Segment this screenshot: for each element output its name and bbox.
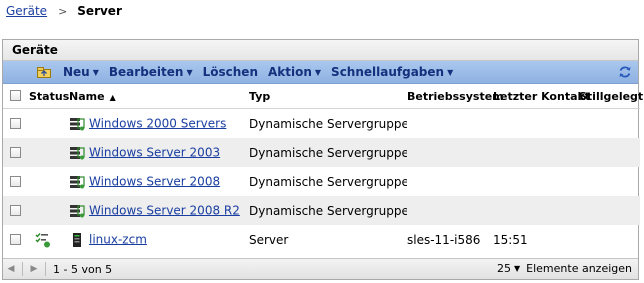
edit-menu-button[interactable]: Bearbeiten ▼: [109, 65, 193, 79]
server-group-icon: [70, 204, 85, 217]
retired-cell: [579, 196, 640, 225]
server-group-icon: [70, 146, 85, 159]
column-header-retired[interactable]: Stillgelegt: [579, 84, 643, 109]
retired-cell: [579, 167, 640, 196]
last-contact-cell: [493, 196, 579, 225]
last-contact-cell: [493, 167, 579, 196]
column-header-type[interactable]: Typ: [249, 84, 407, 109]
row-checkbox[interactable]: [10, 175, 21, 187]
server-icon: [73, 232, 81, 247]
row-checkbox[interactable]: [10, 146, 21, 158]
page-size-select[interactable]: 25 ▼: [497, 262, 526, 275]
table-row: Windows Server 2008 Dynamische Servergru…: [3, 167, 640, 196]
row-checkbox[interactable]: [10, 204, 21, 216]
quick-tasks-menu-label: Schnellaufgaben: [331, 65, 445, 79]
select-all-cell: [3, 84, 29, 109]
row-name-link[interactable]: Windows Server 2008 R2: [89, 203, 240, 217]
status-cell: [29, 225, 69, 254]
toolbar: Neu ▼ Bearbeiten ▼ Löschen Aktion ▼ Schnell…: [3, 61, 638, 84]
chevron-down-icon: ▼: [314, 67, 322, 77]
panel-title: Geräte: [3, 40, 638, 61]
next-page-icon[interactable]: ▶: [26, 261, 42, 277]
breadcrumb-separator-icon: >: [58, 4, 68, 18]
sort-ascending-icon: ▲: [109, 92, 116, 102]
new-menu-label: Neu: [63, 65, 90, 79]
page-size-label: Elemente anzeigen: [526, 262, 632, 275]
row-name-link[interactable]: Windows 2000 Servers: [89, 116, 226, 130]
retired-cell: [579, 225, 640, 254]
row-name-link[interactable]: linux-zcm: [89, 232, 147, 246]
page-size-value: 25: [497, 262, 511, 275]
chevron-down-icon: ▼: [92, 67, 99, 77]
row-checkbox[interactable]: [10, 117, 21, 129]
status-cell: [29, 138, 69, 167]
table-row: Windows 2000 Servers Dynamische Servergr…: [3, 109, 640, 139]
select-all-checkbox[interactable]: [10, 90, 21, 101]
os-cell: [407, 167, 493, 196]
previous-page-icon[interactable]: ◀: [3, 261, 19, 277]
type-cell: Dynamische Servergruppe: [249, 116, 407, 131]
retired-cell: [579, 138, 640, 167]
pagination-range: 1 - 5 von 5: [53, 262, 113, 276]
breadcrumb: Geräte > Server: [6, 2, 122, 20]
divider: [22, 262, 23, 276]
devices-table: Status Name ▲ Typ Betriebssystem Letzter …: [3, 84, 643, 254]
last-contact-cell: [493, 138, 579, 167]
column-header-os[interactable]: Betriebssystem: [407, 84, 504, 109]
os-cell: [407, 138, 493, 167]
quick-tasks-menu-button[interactable]: Schnellaufgaben ▼: [331, 65, 453, 79]
server-group-icon: [70, 175, 85, 188]
new-menu-button[interactable]: Neu ▼: [63, 65, 99, 79]
chevron-down-icon: ▼: [186, 67, 193, 77]
type-cell: Dynamische Servergruppe: [249, 196, 407, 225]
last-contact-cell: [493, 109, 579, 139]
page-size-control: 25 ▼ Elemente anzeigen: [497, 262, 632, 275]
breadcrumb-link-devices[interactable]: Geräte: [6, 4, 47, 18]
row-checkbox[interactable]: [10, 233, 21, 245]
status-cell: [29, 167, 69, 196]
column-header-last-contact[interactable]: Letzter Kontakt: [493, 84, 590, 109]
table-row: Windows Server 2003 Dynamische Servergru…: [3, 138, 640, 167]
table-header-row: Status Name ▲ Typ Betriebssystem Letzter …: [3, 84, 643, 109]
status-checklist-icon[interactable]: [35, 232, 51, 248]
action-menu-label: Aktion: [267, 65, 312, 79]
server-group-icon: [70, 117, 85, 130]
delete-button[interactable]: Löschen: [203, 65, 258, 79]
column-header-name-label: Name: [69, 89, 105, 103]
type-cell: Server: [249, 232, 289, 247]
refresh-icon[interactable]: [618, 65, 632, 79]
os-cell: [407, 109, 493, 139]
row-name-link[interactable]: Windows Server 2008: [89, 174, 220, 188]
new-folder-icon: [37, 66, 51, 78]
action-menu-button[interactable]: Aktion ▼: [268, 65, 321, 79]
row-name-link[interactable]: Windows Server 2003: [89, 145, 220, 159]
edit-menu-label: Bearbeiten: [108, 65, 184, 79]
column-header-status[interactable]: Status: [29, 84, 69, 109]
type-cell: Dynamische Servergruppe: [249, 174, 407, 189]
retired-cell: [579, 109, 640, 139]
type-cell: Dynamische Servergruppe: [249, 138, 407, 167]
column-header-name[interactable]: Name ▲: [69, 84, 249, 109]
status-cell: [29, 109, 69, 139]
chevron-down-icon: ▼: [514, 264, 521, 273]
devices-panel: Geräte Neu ▼ Bearbeiten ▼ Löschen Aktion ▼ …: [2, 39, 643, 280]
table-row: linux-zcm Server sles-11-i586 15:51: [3, 225, 640, 254]
status-cell: [29, 196, 69, 225]
table-row: Windows Server 2008 R2 Dynamische Server…: [3, 196, 640, 225]
table-footer: ◀ ▶ 1 - 5 von 5 25 ▼ Elemente anzeigen: [3, 258, 638, 279]
os-cell: sles-11-i586: [407, 232, 481, 247]
last-contact-cell: 15:51: [493, 232, 528, 247]
chevron-down-icon: ▼: [447, 67, 454, 77]
breadcrumb-current: Server: [77, 4, 122, 18]
divider: [45, 262, 46, 276]
os-cell: [407, 196, 493, 225]
